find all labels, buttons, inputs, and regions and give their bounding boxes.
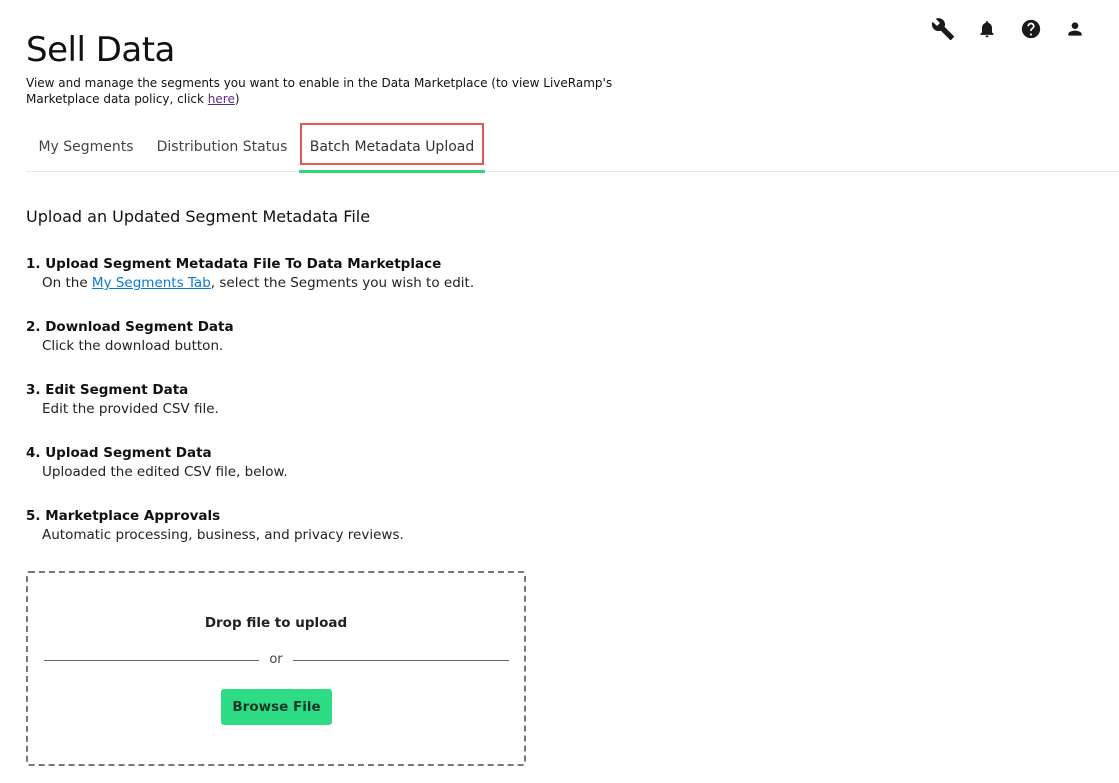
step-item: 5. Marketplace Approvals Automatic proce…: [26, 507, 726, 545]
active-tab-indicator: [299, 170, 485, 173]
step-description: Uploaded the edited CSV file, below.: [42, 464, 288, 480]
step-item: 4. Upload Segment Data Uploaded the edit…: [26, 444, 726, 482]
tab-highlight-box: [300, 123, 484, 165]
section-title: Upload an Updated Segment Metadata File: [26, 207, 371, 226]
description-text: View and manage the segments you want to…: [26, 76, 613, 106]
my-segments-tab-link[interactable]: My Segments Tab: [92, 275, 211, 291]
file-dropzone[interactable]: Drop file to upload or Browse File: [26, 571, 526, 766]
tab-batch-metadata-upload[interactable]: Batch Metadata Upload: [299, 122, 485, 173]
step-desc-text: On the: [42, 275, 92, 291]
step-item: 1. Upload Segment Metadata File To Data …: [26, 255, 726, 293]
tab-bar: My Segments Distribution Status Batch Me…: [26, 122, 1119, 173]
data-policy-link[interactable]: here: [208, 92, 235, 106]
tab-my-segments[interactable]: My Segments: [26, 122, 146, 171]
step-title: 2. Download Segment Data: [26, 319, 234, 335]
header-toolbar: [921, 16, 1097, 42]
step-title: 1. Upload Segment Metadata File To Data …: [26, 256, 442, 272]
step-description: Automatic processing, business, and priv…: [42, 527, 404, 543]
description-suffix: ): [234, 92, 240, 106]
step-title: 3. Edit Segment Data: [26, 382, 189, 398]
step-item: 3. Edit Segment Data Edit the provided C…: [26, 381, 726, 419]
step-description: On the My Segments Tab, select the Segme…: [42, 273, 726, 293]
step-title: 4. Upload Segment Data: [26, 445, 212, 461]
tab-distribution-status[interactable]: Distribution Status: [152, 122, 292, 171]
step-description: Edit the provided CSV file.: [42, 401, 219, 417]
step-item: 2. Download Segment Data Click the downl…: [26, 318, 726, 356]
step-description: Click the download button.: [42, 338, 224, 354]
step-title: 5. Marketplace Approvals: [26, 508, 221, 524]
browse-file-button[interactable]: Browse File: [221, 689, 332, 725]
drop-label: Drop file to upload: [204, 615, 348, 631]
user-icon[interactable]: [1053, 16, 1097, 42]
divider-line: [293, 660, 509, 661]
bell-icon[interactable]: [965, 16, 1009, 42]
page-description: View and manage the segments you want to…: [26, 75, 666, 107]
page-title: Sell Data: [26, 30, 175, 70]
help-icon[interactable]: [1009, 16, 1053, 42]
step-desc-text: , select the Segments you wish to edit.: [210, 275, 475, 291]
wrench-icon[interactable]: [921, 16, 965, 42]
